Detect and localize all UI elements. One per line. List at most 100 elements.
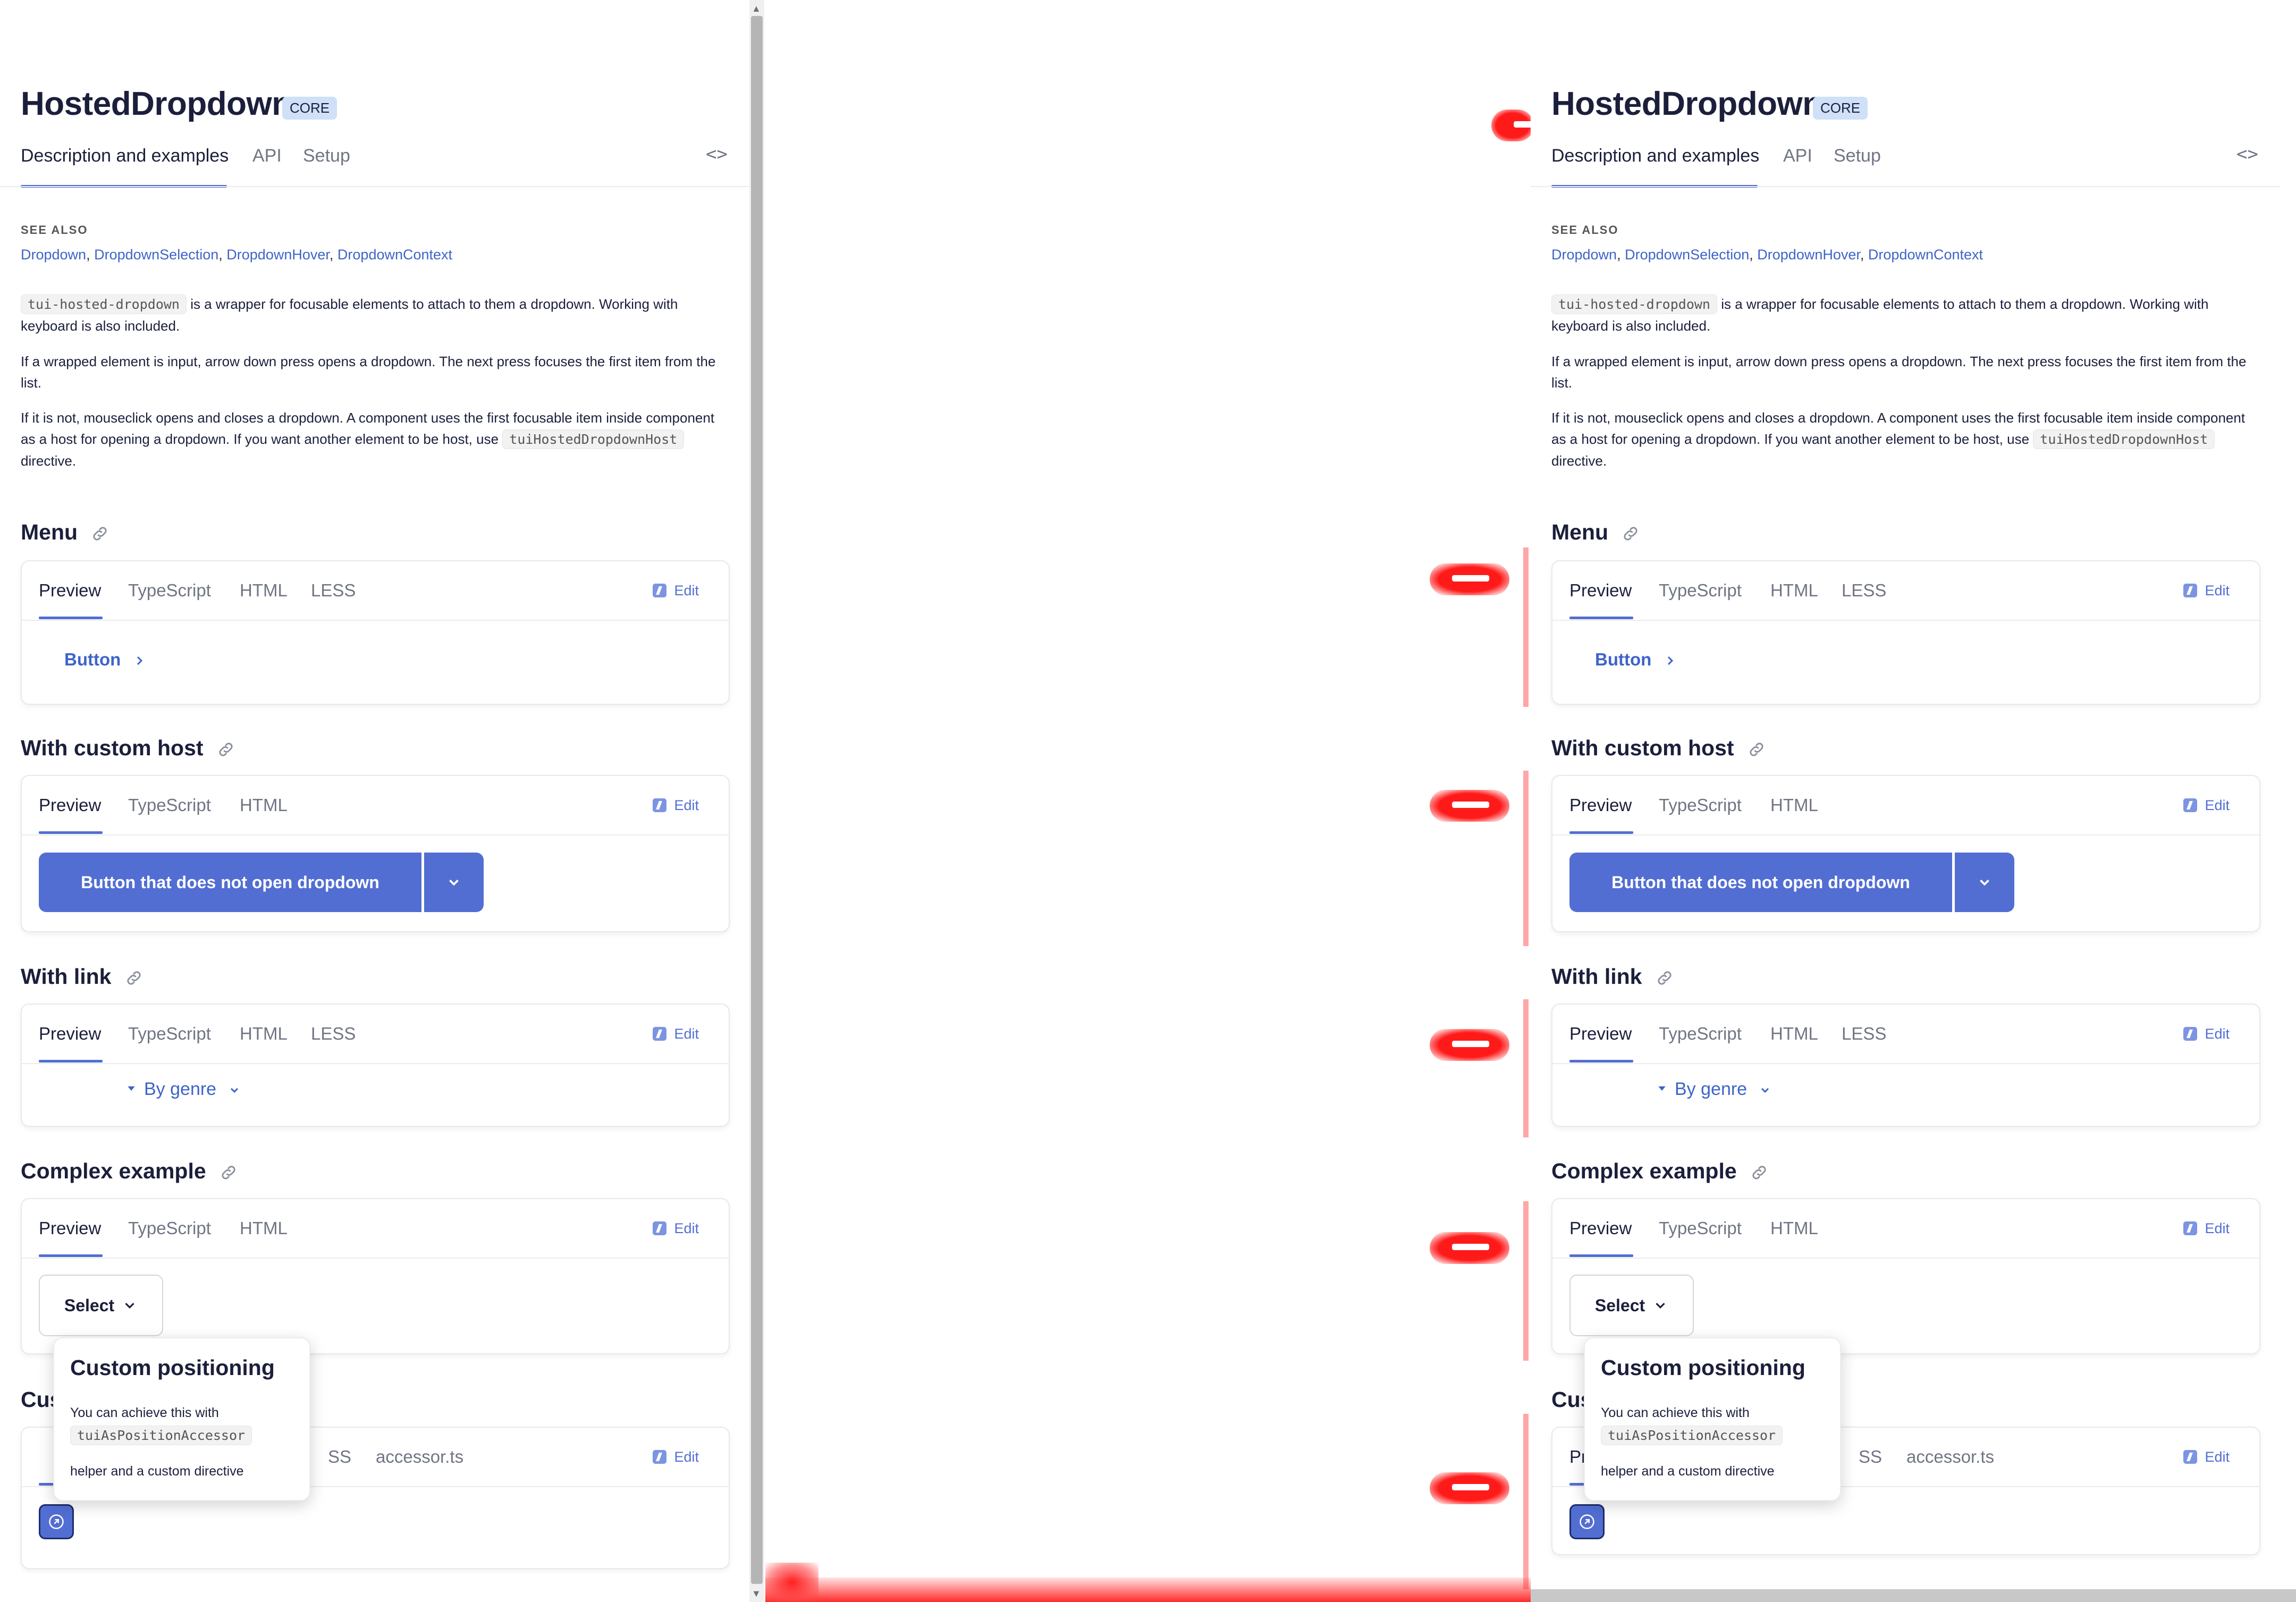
tab-typescript[interactable]: TypeScript (128, 1218, 211, 1238)
tab-typescript[interactable]: TypeScript (1659, 795, 1742, 815)
link-icon[interactable] (220, 1163, 238, 1182)
tab-underline (39, 617, 103, 619)
tab-preview[interactable]: Preview (1569, 1024, 1632, 1044)
dropdown-toggle-button[interactable] (423, 853, 484, 912)
lightning-icon (653, 584, 667, 597)
right-pane: HostedDropdown CORE Description and exam… (1531, 0, 2280, 1602)
edit-button[interactable]: Edit (2183, 1026, 2230, 1042)
link-icon[interactable] (125, 969, 143, 987)
link-dropdown-hover[interactable]: DropdownHover (1757, 247, 1860, 263)
chevron-right-icon (1668, 656, 1674, 665)
link-dropdown-context[interactable]: DropdownContext (1868, 247, 1983, 263)
custom-host-button[interactable]: Button that does not open dropdown (39, 853, 421, 912)
diff-marker (1430, 790, 1509, 822)
link-dropdown-selection[interactable]: DropdownSelection (1625, 247, 1749, 263)
link-dropdown[interactable]: Dropdown (21, 247, 86, 263)
tab-html[interactable]: HTML (240, 1218, 288, 1238)
tab-html[interactable]: HTML (1770, 580, 1818, 601)
link-icon[interactable] (217, 740, 235, 758)
link-dropdown-context[interactable]: DropdownContext (337, 247, 452, 263)
tab-preview[interactable]: Preview (1569, 795, 1632, 815)
tab-preview[interactable]: Preview (39, 795, 101, 815)
tab-api[interactable]: API (1783, 146, 1812, 166)
tab-html[interactable]: HTML (1770, 795, 1818, 815)
genre-dropdown[interactable]: By genre (1657, 1079, 1771, 1100)
scroll-up-arrow-icon[interactable]: ▲ (752, 3, 761, 14)
tab-preview[interactable]: Preview (39, 580, 101, 601)
tab-less[interactable]: LESS (311, 580, 356, 601)
tab-preview[interactable]: Preview (39, 1218, 101, 1238)
edit-button[interactable]: Edit (653, 1449, 699, 1465)
tab-typescript[interactable]: TypeScript (1659, 1024, 1742, 1044)
chevron-down-icon (1980, 879, 1989, 886)
description-paragraph-1: tui-hosted-dropdown is a wrapper for foc… (1551, 293, 2258, 336)
tab-description[interactable]: Description and examples (1551, 146, 1759, 166)
tab-accessor[interactable]: accessor.ts (376, 1447, 463, 1467)
open-positioned-dropdown-button[interactable] (39, 1504, 74, 1539)
tab-underline (1569, 1254, 1633, 1257)
dropdown-toggle-button[interactable] (1953, 853, 2014, 912)
example-with-link: Preview TypeScript HTML LESS Edit By gen… (21, 1004, 730, 1127)
custom-host-button[interactable]: Button that does not open dropdown (1569, 853, 1952, 912)
horizontal-scrollbar[interactable] (1531, 1589, 2296, 1602)
menu-button[interactable]: Button (1595, 650, 1676, 670)
link-icon[interactable] (1622, 525, 1640, 543)
edit-button[interactable]: Edit (2183, 583, 2230, 599)
open-positioned-dropdown-button[interactable] (1569, 1504, 1605, 1539)
tab-accessor[interactable]: accessor.ts (1906, 1447, 1994, 1467)
link-icon[interactable] (1750, 1163, 1768, 1182)
diff-marker (1430, 1232, 1509, 1264)
tab-typescript[interactable]: TypeScript (128, 795, 211, 815)
tab-less[interactable]: SS (328, 1447, 351, 1467)
edit-button[interactable]: Edit (2183, 797, 2230, 814)
example-custom-host: Preview TypeScript HTML Edit Button that… (1551, 775, 2260, 932)
tab-typescript[interactable]: TypeScript (128, 580, 211, 601)
link-icon[interactable] (1748, 740, 1766, 758)
code-toggle-icon[interactable]: <> (706, 144, 728, 165)
edit-button[interactable]: Edit (2183, 1449, 2230, 1465)
tab-html[interactable]: HTML (1770, 1218, 1818, 1238)
scroll-down-arrow-icon[interactable]: ▼ (752, 1588, 761, 1599)
tab-setup[interactable]: Setup (303, 146, 350, 166)
tab-preview[interactable]: Preview (1569, 1218, 1632, 1238)
example-tabs: Preview TypeScript HTML Edit (22, 776, 729, 836)
tab-typescript[interactable]: TypeScript (1659, 580, 1742, 601)
link-icon[interactable] (91, 525, 109, 543)
tab-preview[interactable]: Preview (1569, 580, 1632, 601)
tab-typescript[interactable]: TypeScript (1659, 1218, 1742, 1238)
tab-less[interactable]: SS (1859, 1447, 1882, 1467)
link-icon[interactable] (1656, 969, 1674, 987)
edit-button[interactable]: Edit (653, 1026, 699, 1042)
tab-setup[interactable]: Setup (1834, 146, 1881, 166)
edit-button[interactable]: Edit (653, 797, 699, 814)
link-dropdown-hover[interactable]: DropdownHover (226, 247, 330, 263)
tab-html[interactable]: HTML (240, 795, 288, 815)
select-button[interactable]: Select (1569, 1275, 1694, 1336)
description-paragraph-3: If it is not, mouseclick opens and close… (1551, 410, 2246, 469)
tab-less[interactable]: LESS (1842, 580, 1886, 601)
tab-less[interactable]: LESS (311, 1024, 356, 1044)
tab-preview[interactable]: Preview (39, 1024, 101, 1044)
tab-html[interactable]: HTML (240, 580, 288, 601)
menu-button[interactable]: Button (64, 650, 146, 670)
code-toggle-icon[interactable]: <> (2236, 144, 2258, 165)
link-dropdown[interactable]: Dropdown (1551, 247, 1617, 263)
scrollbar-thumb[interactable] (751, 16, 763, 1584)
select-button[interactable]: Select (39, 1275, 163, 1336)
example-tabs: Preview TypeScript HTML LESS Edit (22, 561, 729, 621)
tab-html[interactable]: HTML (240, 1024, 288, 1044)
tab-api[interactable]: API (252, 146, 282, 166)
tab-less[interactable]: LESS (1842, 1024, 1886, 1044)
genre-dropdown[interactable]: By genre (126, 1079, 241, 1100)
link-dropdown-selection[interactable]: DropdownSelection (94, 247, 218, 263)
edit-button[interactable]: Edit (653, 1220, 699, 1237)
doc-tabs: Description and examples API Setup <> (21, 144, 728, 188)
chevron-down-icon (1761, 1087, 1769, 1093)
code-host-directive: tuiHostedDropdownHost (502, 429, 685, 449)
edit-button[interactable]: Edit (2183, 1220, 2230, 1237)
tab-description[interactable]: Description and examples (21, 146, 229, 166)
tab-typescript[interactable]: TypeScript (128, 1024, 211, 1044)
edit-button[interactable]: Edit (653, 583, 699, 599)
tab-html[interactable]: HTML (1770, 1024, 1818, 1044)
diff-gap-area (764, 0, 1531, 1602)
